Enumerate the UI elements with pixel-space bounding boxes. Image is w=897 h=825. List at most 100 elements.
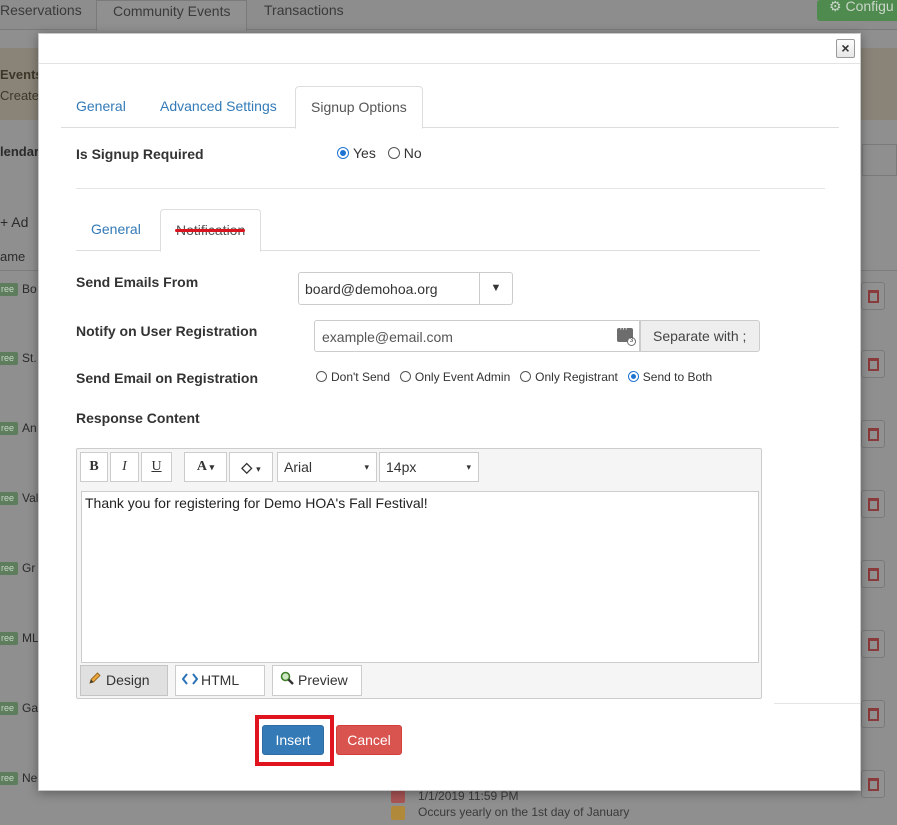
trash-icon xyxy=(868,638,879,651)
preview-mode-label: Preview xyxy=(298,672,348,688)
design-mode-button[interactable]: Design xyxy=(80,665,168,696)
event-row-name: Ga xyxy=(22,701,39,715)
event-row-name: Bo xyxy=(22,282,37,296)
trash-icon xyxy=(868,290,879,303)
main-tabs: General Advanced Settings Signup Options xyxy=(61,86,839,129)
clock-icon xyxy=(391,789,405,803)
chevron-down-icon: ▾ xyxy=(466,462,471,472)
dropdown-arrow-icon[interactable]: ▼ xyxy=(479,273,512,304)
notify-email-placeholder: example@email.com xyxy=(322,329,453,345)
name-column-header: ame xyxy=(0,249,26,264)
editor-content-area[interactable]: Thank you for registering for Demo HOA's… xyxy=(81,491,759,663)
font-color-button[interactable]: A ▾ xyxy=(184,452,227,482)
option-only-registrant-label: Only Registrant xyxy=(535,370,618,384)
delete-button[interactable] xyxy=(861,700,885,728)
option-send-to-both[interactable]: Send to Both xyxy=(627,370,713,384)
recurrence-icon xyxy=(391,806,405,820)
delete-button[interactable] xyxy=(861,560,885,588)
chevron-down-icon: ▾ xyxy=(209,462,215,472)
highlight-color-button[interactable]: ◇ ▾ xyxy=(229,452,273,482)
event-dialog: × General Advanced Settings Signup Optio… xyxy=(38,33,861,791)
option-only-registrant[interactable]: Only Registrant xyxy=(520,370,618,384)
delete-button[interactable] xyxy=(861,630,885,658)
option-send-to-both-label: Send to Both xyxy=(642,370,713,384)
font-family-value: Arial xyxy=(284,459,313,475)
free-badge: ree xyxy=(0,702,18,715)
insert-button[interactable]: Insert xyxy=(262,725,324,755)
option-dont-send[interactable]: Don't Send xyxy=(316,370,390,384)
send-email-registration-radio-group: Don't Send Only Event Admin Only Registr… xyxy=(316,368,718,384)
event-row-name: An xyxy=(22,421,37,435)
italic-button[interactable]: I xyxy=(110,452,139,482)
separator-button[interactable]: Separate with ; xyxy=(640,320,760,352)
signup-required-label: Is Signup Required xyxy=(76,146,204,162)
cancel-button[interactable]: Cancel xyxy=(336,725,402,755)
magnifier-icon xyxy=(279,666,295,695)
html-mode-button[interactable]: HTML xyxy=(175,665,265,696)
rich-text-editor: B I U A ▾ ◇ ▾ Arial ▾ 14px ▾ Thank you f… xyxy=(76,448,762,699)
trash-icon xyxy=(868,498,879,511)
radio-yes[interactable] xyxy=(337,147,349,159)
delete-button[interactable] xyxy=(861,350,885,378)
tab-advanced-settings[interactable]: Advanced Settings xyxy=(145,86,292,128)
trash-icon xyxy=(868,358,879,371)
free-badge: ree xyxy=(0,772,18,785)
underline-button[interactable]: U xyxy=(141,452,172,482)
code-icon xyxy=(181,666,199,695)
radio-no[interactable] xyxy=(387,147,400,159)
close-button[interactable]: × xyxy=(836,39,855,58)
subtab-general[interactable]: General xyxy=(76,209,156,251)
preview-mode-button[interactable]: Preview xyxy=(272,665,362,696)
event-recurrence: Occurs yearly on the 1st day of January xyxy=(418,805,630,819)
contacts-count-badge: 3 xyxy=(627,337,636,346)
bg-right-control xyxy=(862,144,897,176)
bg-tab-community-events[interactable]: Community Events xyxy=(96,0,248,31)
free-badge: ree xyxy=(0,492,18,505)
radio-no-label: No xyxy=(403,145,422,161)
banner-title: Events xyxy=(0,67,43,82)
free-badge: ree xyxy=(0,352,18,365)
signup-yes-option[interactable]: Yes xyxy=(337,145,376,161)
tab-signup-options[interactable]: Signup Options xyxy=(295,86,423,129)
trash-icon xyxy=(868,428,879,441)
notify-email-input[interactable]: example@email.com 3 xyxy=(314,320,640,352)
contacts-icon[interactable]: 3 xyxy=(617,323,636,346)
radio-yes-label: Yes xyxy=(353,145,376,161)
option-only-event-admin-label: Only Event Admin xyxy=(414,370,511,384)
option-only-event-admin[interactable]: Only Event Admin xyxy=(399,370,511,384)
bold-button[interactable]: B xyxy=(80,452,108,482)
delete-button[interactable] xyxy=(861,282,885,310)
bg-tab-transactions[interactable]: Transactions xyxy=(248,0,360,30)
footer-divider xyxy=(774,703,860,704)
delete-button[interactable] xyxy=(861,490,885,518)
configure-label: Configu xyxy=(845,0,894,14)
send-emails-from-label: Send Emails From xyxy=(76,274,199,290)
font-family-select[interactable]: Arial ▾ xyxy=(277,452,377,482)
radio-only-event-admin[interactable] xyxy=(399,371,411,382)
add-event-button[interactable]: + Ad xyxy=(0,214,28,230)
delete-button[interactable] xyxy=(861,770,885,798)
font-size-select[interactable]: 14px ▾ xyxy=(379,452,479,482)
configure-button[interactable]: ⚙ Configu xyxy=(817,0,897,21)
radio-dont-send[interactable] xyxy=(316,371,327,382)
event-end-date: 1/1/2019 11:59 PM xyxy=(418,789,519,803)
event-row-name: ML xyxy=(22,631,39,645)
pencil-icon xyxy=(87,666,103,695)
event-row-name: Val xyxy=(22,491,39,505)
radio-send-to-both[interactable] xyxy=(627,371,639,382)
editor-body-text: Thank you for registering for Demo HOA's… xyxy=(85,495,428,511)
tab-general[interactable]: General xyxy=(61,86,141,128)
delete-button[interactable] xyxy=(861,420,885,448)
trash-icon xyxy=(868,778,879,791)
free-badge: ree xyxy=(0,562,18,575)
dialog-header: × xyxy=(39,34,860,64)
font-size-value: 14px xyxy=(386,459,417,475)
trash-icon xyxy=(868,708,879,721)
bg-tab-reservations[interactable]: Reservations xyxy=(0,0,98,30)
signup-no-option[interactable]: No xyxy=(387,145,422,161)
radio-only-registrant[interactable] xyxy=(520,371,532,382)
free-badge: ree xyxy=(0,632,18,645)
paint-bucket-icon: ◇ xyxy=(241,459,253,475)
send-emails-from-select[interactable]: board@demohoa.org ▼ xyxy=(298,272,513,305)
notify-registration-label: Notify on User Registration xyxy=(76,323,258,339)
